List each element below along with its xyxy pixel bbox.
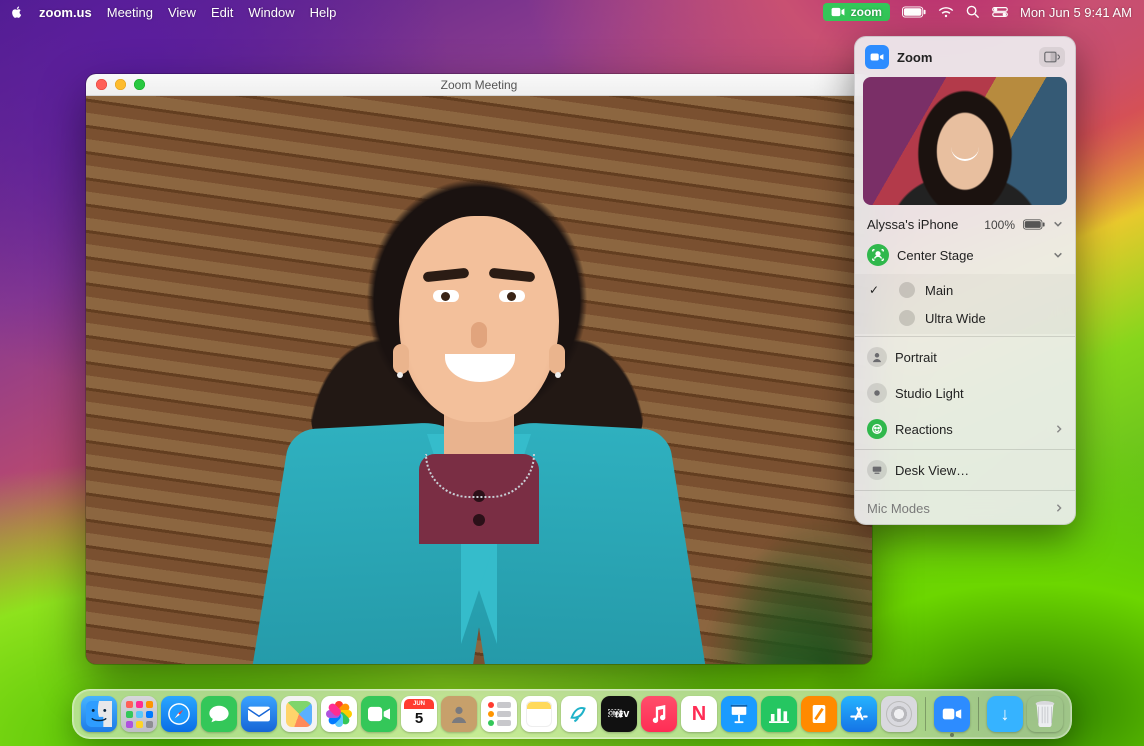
dock-pages[interactable] xyxy=(801,696,837,732)
main-video-feed xyxy=(86,96,872,664)
device-name: Alyssa's iPhone xyxy=(867,217,958,232)
dock-finder[interactable] xyxy=(81,696,117,732)
dock: JUN 5 ￼tv tv N xyxy=(72,689,1072,739)
collapse-panel-button[interactable] xyxy=(1039,47,1065,67)
menu-app[interactable]: zoom.us xyxy=(39,5,92,20)
studio-light-label: Studio Light xyxy=(895,386,964,401)
dock-launchpad[interactable] xyxy=(121,696,157,732)
chevron-right-icon xyxy=(1055,501,1063,516)
desk-view-row[interactable]: Desk View… xyxy=(855,452,1075,488)
panel-app-name: Zoom xyxy=(897,50,932,65)
center-stage-icon xyxy=(867,244,889,266)
video-control-panel: Zoom Alyssa's iPhone 100% Center Stage xyxy=(854,36,1076,525)
dock-facetime[interactable] xyxy=(361,696,397,732)
battery-icon xyxy=(1023,219,1045,230)
window-titlebar[interactable]: Zoom Meeting xyxy=(86,74,872,96)
zoom-window: Zoom Meeting xyxy=(86,74,872,664)
studio-light-icon xyxy=(867,383,887,403)
menubar: zoom.us Meeting View Edit Window Help zo… xyxy=(0,0,1144,24)
chevron-down-icon xyxy=(1053,217,1063,232)
mic-modes-row[interactable]: Mic Modes xyxy=(855,493,1075,524)
menubar-clock[interactable]: Mon Jun 5 9:41 AM xyxy=(1020,5,1132,20)
dock-calendar[interactable]: JUN 5 xyxy=(401,696,437,732)
dock-separator xyxy=(925,697,926,731)
lens-main-option[interactable]: ✓ Main xyxy=(855,274,1075,304)
device-row[interactable]: Alyssa's iPhone 100% xyxy=(855,213,1075,236)
reactions-icon xyxy=(867,419,887,439)
self-view-thumbnail[interactable] xyxy=(863,77,1067,205)
desk-view-icon xyxy=(867,460,887,480)
mic-modes-label: Mic Modes xyxy=(867,501,930,516)
dock-separator xyxy=(978,697,979,731)
spotlight-icon[interactable] xyxy=(966,5,980,19)
wifi-status-icon[interactable] xyxy=(938,6,954,18)
desk-view-label: Desk View… xyxy=(895,463,969,478)
dock-appstore[interactable] xyxy=(841,696,877,732)
dock-maps[interactable] xyxy=(281,696,317,732)
dock-zoom[interactable] xyxy=(934,696,970,732)
menu-edit[interactable]: Edit xyxy=(211,5,233,20)
menu-window[interactable]: Window xyxy=(248,5,294,20)
calendar-day: 5 xyxy=(415,710,423,727)
dock-numbers[interactable] xyxy=(761,696,797,732)
chevron-down-icon xyxy=(1053,248,1063,263)
center-stage-label: Center Stage xyxy=(897,248,974,263)
dock-mail[interactable] xyxy=(241,696,277,732)
window-title: Zoom Meeting xyxy=(86,78,872,92)
dock-freeform[interactable] xyxy=(561,696,597,732)
camera-status-pill[interactable]: zoom xyxy=(823,3,890,21)
chevron-right-icon xyxy=(1055,422,1063,437)
lens-icon xyxy=(899,282,915,298)
battery-status-icon[interactable] xyxy=(902,6,926,18)
zoom-app-icon xyxy=(865,45,889,69)
dock-photos[interactable] xyxy=(321,696,357,732)
device-battery-pct: 100% xyxy=(984,218,1015,232)
lens-uw-label: Ultra Wide xyxy=(925,311,986,326)
dock-safari[interactable] xyxy=(161,696,197,732)
dock-downloads[interactable]: ↓ xyxy=(987,696,1023,732)
studio-light-row[interactable]: Studio Light xyxy=(855,375,1075,411)
calendar-month: JUN xyxy=(404,699,434,709)
apple-menu[interactable] xyxy=(10,5,24,19)
dock-keynote[interactable] xyxy=(721,696,757,732)
lens-icon xyxy=(899,310,915,326)
dock-trash[interactable] xyxy=(1027,696,1063,732)
dock-music[interactable] xyxy=(641,696,677,732)
portrait-row[interactable]: Portrait xyxy=(855,339,1075,375)
svg-text:tv: tv xyxy=(615,710,624,720)
control-center-icon[interactable] xyxy=(992,6,1008,18)
dock-contacts[interactable] xyxy=(441,696,477,732)
dock-reminders[interactable] xyxy=(481,696,517,732)
dock-news[interactable]: N xyxy=(681,696,717,732)
menu-view[interactable]: View xyxy=(168,5,196,20)
reactions-row[interactable]: Reactions xyxy=(855,411,1075,447)
menu-meeting[interactable]: Meeting xyxy=(107,5,153,20)
dock-settings[interactable] xyxy=(881,696,917,732)
reactions-label: Reactions xyxy=(895,422,953,437)
desktop: zoom.us Meeting View Edit Window Help zo… xyxy=(0,0,1144,746)
lens-main-label: Main xyxy=(925,283,953,298)
center-stage-row[interactable]: Center Stage xyxy=(855,236,1075,274)
portrait-label: Portrait xyxy=(895,350,937,365)
menu-help[interactable]: Help xyxy=(310,5,337,20)
dock-notes[interactable] xyxy=(521,696,557,732)
portrait-icon xyxy=(867,347,887,367)
lens-ultrawide-option[interactable]: ✓ Ultra Wide xyxy=(855,304,1075,334)
dock-messages[interactable] xyxy=(201,696,237,732)
camera-status-app: zoom xyxy=(851,5,882,19)
checkmark-icon: ✓ xyxy=(869,283,879,297)
dock-tv[interactable]: ￼tv tv xyxy=(601,696,637,732)
